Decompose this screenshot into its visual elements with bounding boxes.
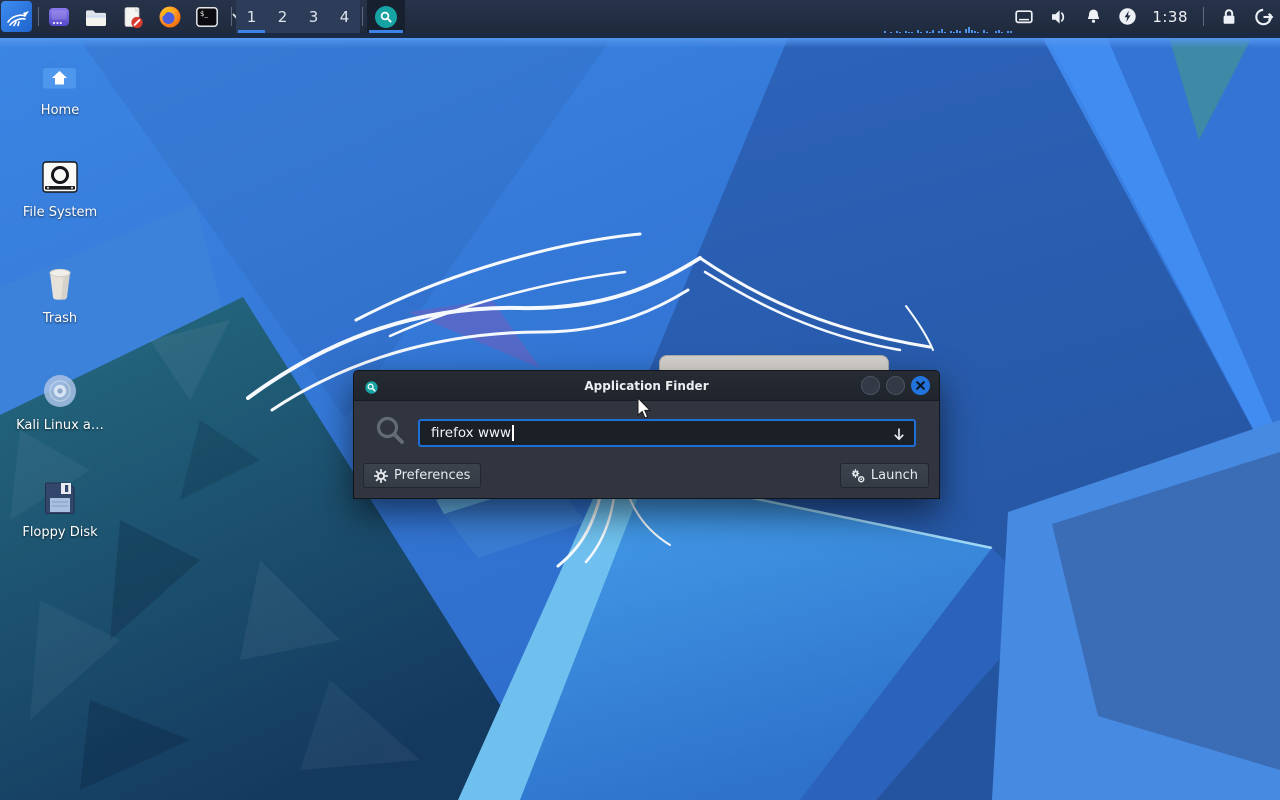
workspace-3[interactable]: 3 [298,0,329,33]
firefox-icon [159,6,181,27]
taskbar-application-finder[interactable] [367,0,405,33]
text-editor-launcher[interactable] [120,4,146,30]
gears-launch-icon [851,468,865,482]
search-query: firefox www [431,425,512,441]
logout-icon[interactable] [1254,7,1274,27]
close-button[interactable] [911,376,930,395]
workspace-pager: 1 2 3 4 [236,0,360,33]
desktop-icon-label: Trash [42,311,78,326]
svg-text:$_: $_ [200,10,208,18]
home-folder-icon [43,62,76,89]
cd-disc-icon [44,375,76,407]
panel-separator [1203,7,1204,26]
power-manager-icon[interactable] [1118,7,1137,26]
volume-icon[interactable] [1049,7,1069,27]
document-edit-icon [124,6,143,28]
gear-icon [374,468,388,483]
desktop-icon-label: Floppy Disk [22,525,98,540]
top-panel: $_ 1 2 3 4 1:38 [0,0,1280,33]
kali-logo-icon [6,10,29,26]
panel-separator [231,7,232,26]
launcher-group: $_ [46,0,245,33]
trash-can-icon [49,268,71,300]
application-finder-window: Application Finder firefox www Preferenc… [353,370,940,499]
desktop-icon-filesystem[interactable]: File System [8,158,112,220]
kali-menu-button[interactable] [1,1,32,32]
minimize-button[interactable] [861,376,880,395]
preferences-button[interactable]: Preferences [363,463,482,488]
launch-button[interactable]: Launch [839,463,929,488]
clock[interactable]: 1:38 [1152,8,1188,26]
purple-window-icon [49,7,69,26]
panel-separator [38,7,39,26]
system-tray: 1:38 [1014,0,1274,33]
hard-drive-icon [42,161,78,193]
workspace-1[interactable]: 1 [236,0,267,33]
window-title: Application Finder [584,378,709,393]
notification-bell-icon[interactable] [1084,7,1103,27]
desktop-icon-label: File System [22,205,98,220]
display-icon[interactable] [1014,7,1034,27]
panel-separator [362,7,363,26]
floppy-disk-icon [45,482,75,514]
close-icon [916,381,925,390]
search-input[interactable]: firefox www [418,419,916,447]
desktop-icon-trash[interactable]: Trash [8,264,112,326]
lock-icon[interactable] [1219,7,1239,27]
desktop-icon-home[interactable]: Home [8,56,112,118]
file-manager-launcher[interactable] [83,4,109,30]
desktop-icon-label: Kali Linux a… [16,418,104,433]
desktop-icon-floppy[interactable]: Floppy Disk [8,478,112,540]
files-app-launcher[interactable] [46,4,72,30]
maximize-button[interactable] [886,376,905,395]
window-titlebar[interactable]: Application Finder [354,371,939,401]
text-caret [512,425,514,441]
preferences-label: Preferences [394,468,471,483]
desktop-icon-label: Home [40,103,80,118]
desktop-icon-kali-cd[interactable]: Kali Linux a… [8,371,112,433]
mouse-cursor [637,396,653,424]
terminal-icon: $_ [196,6,218,27]
terminal-launcher[interactable]: $_ [194,4,220,30]
app-finder-task-icon [375,5,397,28]
firefox-launcher[interactable] [157,4,183,30]
folder-icon [86,9,106,26]
dropdown-arrow-icon[interactable] [892,427,906,446]
workspace-4[interactable]: 4 [329,0,360,33]
launch-label: Launch [870,468,918,483]
search-icon [374,414,408,452]
workspace-2[interactable]: 2 [267,0,298,33]
